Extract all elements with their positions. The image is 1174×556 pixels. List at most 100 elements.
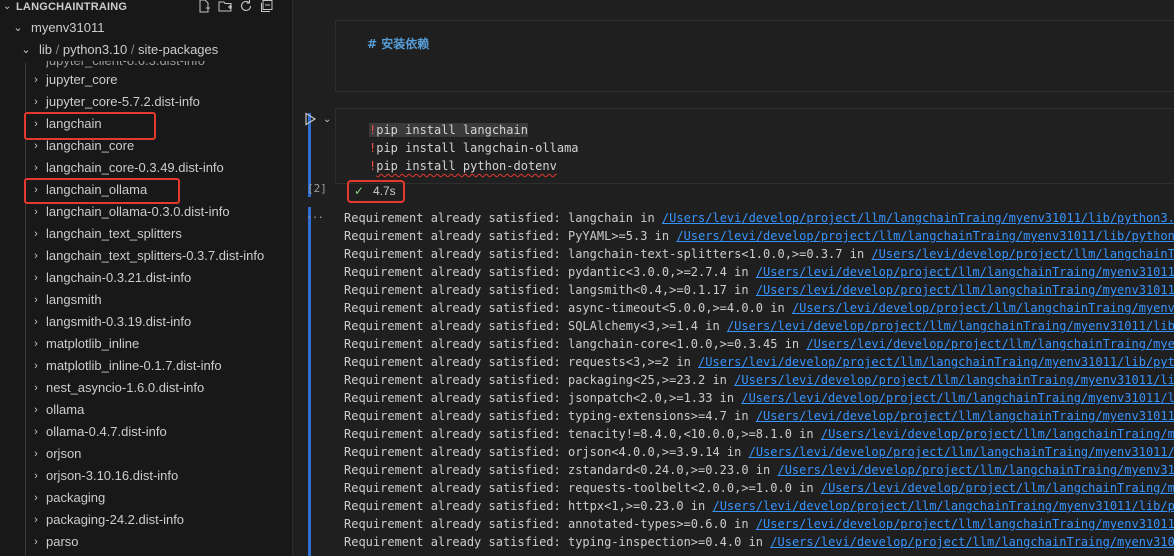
tree-item[interactable]: › langchain_core-0.3.49.dist-info	[0, 157, 292, 179]
path-link[interactable]: /Users/levi/develop/project/llm/langchai…	[821, 427, 1174, 441]
tree-item-label: ollama	[46, 402, 85, 417]
code-line-3: !pip install python-dotenv	[369, 157, 557, 175]
output-prefix: Requirement already satisfied:	[344, 301, 568, 315]
tree-item-label: langchain_ollama-0.3.0.dist-info	[46, 204, 230, 219]
output-line: Requirement already satisfied: async-tim…	[344, 299, 1174, 317]
collapse-all-icon[interactable]	[260, 0, 274, 13]
output-prefix: Requirement already satisfied:	[344, 427, 568, 441]
chevron-right-icon: ›	[34, 338, 38, 350]
output-line: Requirement already satisfied: SQLAlchem…	[344, 317, 1174, 335]
output-line: Requirement already satisfied: langchain…	[344, 245, 1174, 263]
tree-item-label: jupyter_core-5.7.2.dist-info	[46, 94, 200, 109]
markdown-heading: # 安装依赖	[367, 37, 430, 51]
tree-item-label: langchain-0.3.21.dist-info	[46, 270, 192, 285]
path-link[interactable]: /Users/levi/develop/project/llm/langchai…	[734, 373, 1174, 387]
tree-item[interactable]: › langchain_text_splitters	[0, 223, 292, 245]
output-prefix: Requirement already satisfied:	[344, 499, 568, 513]
tree-item[interactable]: › jupyter_core-5.7.2.dist-info	[0, 91, 292, 113]
output-prefix: Requirement already satisfied:	[344, 463, 568, 477]
chevron-down-icon[interactable]: ⌄	[3, 0, 11, 14]
chevron-right-icon: ›	[34, 206, 38, 218]
new-folder-icon[interactable]	[218, 0, 232, 13]
requirement-text: async-timeout<5.0.0,>=4.0.0 in	[567, 301, 792, 315]
chevron-right-icon: ›	[34, 426, 38, 438]
output-line: Requirement already satisfied: packaging…	[344, 371, 1174, 389]
path-link[interactable]: /Users/levi/develop/project/llm/langchai…	[756, 409, 1174, 423]
tree-item[interactable]: › langsmith-0.3.19.dist-info	[0, 311, 292, 333]
tree-item-label: langsmith	[46, 292, 102, 307]
code-cell[interactable]: !pip install langchain !pip install lang…	[335, 108, 1174, 184]
explorer-actions	[197, 0, 274, 13]
requirement-text: tenacity!=8.4.0,<10.0.0,>=8.1.0 in	[567, 427, 821, 441]
chevron-right-icon: ›	[34, 514, 38, 526]
tree-item-label: matplotlib_inline-0.1.7.dist-info	[46, 358, 222, 373]
path-link[interactable]: /Users/levi/develop/project/llm/langchai…	[756, 265, 1174, 279]
explorer-sidebar: ⌄ LANGCHAINTRAING ⌄ myenv31011 ⌄ lib / p…	[0, 0, 293, 556]
path-link[interactable]: /Users/levi/develop/project/llm/langchai…	[662, 211, 1174, 225]
refresh-icon[interactable]	[239, 0, 253, 13]
tree-item[interactable]: › langsmith	[0, 289, 292, 311]
tree-item[interactable]: › langchain_text_splitters-0.3.7.dist-inf…	[0, 245, 292, 267]
output-line: Requirement already satisfied: zstandard…	[344, 461, 1174, 479]
output-prefix: Requirement already satisfied:	[344, 355, 568, 369]
path-link[interactable]: /Users/levi/develop/project/llm/langchai…	[770, 535, 1174, 549]
path-link[interactable]: /Users/levi/develop/project/llm/langchai…	[821, 481, 1174, 495]
path-link[interactable]: /Users/levi/develop/project/llm/langchai…	[756, 517, 1174, 531]
requirement-text: annotated-types>=0.6.0 in	[567, 517, 756, 531]
run-cell-icon[interactable]	[302, 111, 318, 127]
tree-item[interactable]: › nest_asyncio-1.6.0.dist-info	[0, 377, 292, 399]
output-prefix: Requirement already satisfied:	[344, 373, 568, 387]
path-link[interactable]: /Users/levi/develop/project/llm/langchai…	[741, 391, 1174, 405]
chevron-down-icon[interactable]: ⌄	[323, 114, 331, 125]
requirement-text: langchain in	[567, 211, 662, 225]
path-link[interactable]: /Users/levi/develop/project/llm/langchai…	[777, 463, 1174, 477]
tree-item[interactable]: › parso	[0, 531, 292, 553]
tree-item[interactable]: › packaging	[0, 487, 292, 509]
path-link[interactable]: /Users/levi/develop/project/llm/langchai…	[749, 445, 1174, 459]
tree-item-label: langchain_text_splitters-0.3.7.dist-info	[46, 248, 265, 263]
code-text: pip install langchain	[376, 123, 528, 137]
chevron-down-icon: ⌄	[21, 44, 31, 56]
output-more-icon[interactable]: ···	[307, 208, 324, 224]
output-focus-bar	[308, 207, 311, 556]
requirement-text: typing-extensions>=4.7 in	[567, 409, 756, 423]
markdown-cell[interactable]: # 安装依赖	[335, 20, 1174, 92]
output-line: Requirement already satisfied: typing-in…	[344, 533, 1174, 551]
notebook-editor: # 安装依赖 ⌄ !pip install langchain !pip ins…	[293, 0, 1174, 556]
path-link[interactable]: /Users/levi/develop/project/llm/langchai…	[698, 355, 1174, 369]
chevron-right-icon: ›	[34, 228, 38, 240]
path-link[interactable]: /Users/levi/develop/project/llm/langchai…	[871, 247, 1174, 261]
output-prefix: Requirement already satisfied:	[344, 337, 568, 351]
tree-item[interactable]: › langchain-0.3.21.dist-info	[0, 267, 292, 289]
path-link[interactable]: /Users/levi/develop/project/llm/langchai…	[792, 301, 1174, 315]
tree-item[interactable]: › matplotlib_inline-0.1.7.dist-info	[0, 355, 292, 377]
path-link[interactable]: /Users/levi/develop/project/llm/langchai…	[806, 337, 1174, 351]
tree-item[interactable]: › packaging-24.2.dist-info	[0, 509, 292, 531]
highlight-box	[24, 178, 180, 204]
folder-site-packages[interactable]: ⌄ lib / python3.10 / site-packages	[0, 39, 292, 61]
requirement-text: requests-toolbelt<2.0.0,>=1.0.0 in	[567, 481, 821, 495]
tree-item[interactable]: › ollama	[0, 399, 292, 421]
path-link[interactable]: /Users/levi/develop/project/llm/langchai…	[712, 499, 1174, 513]
requirement-text: SQLAlchemy<3,>=1.4 in	[567, 319, 727, 333]
output-line: Requirement already satisfied: jsonpatch…	[344, 389, 1174, 407]
workspace-title[interactable]: LANGCHAINTRAING	[16, 0, 127, 14]
folder-path: lib / python3.10 / site-packages	[39, 42, 219, 57]
path-link[interactable]: /Users/levi/develop/project/llm/langchai…	[727, 319, 1174, 333]
folder-root[interactable]: ⌄ myenv31011	[0, 17, 292, 39]
tree-item[interactable]: › jupyter_core	[0, 69, 292, 91]
path-link[interactable]: /Users/levi/develop/project/llm/langchai…	[676, 229, 1174, 243]
tree-item[interactable]: › ollama-0.4.7.dist-info	[0, 421, 292, 443]
path-link[interactable]: /Users/levi/develop/project/llm/langchai…	[756, 283, 1174, 297]
tree-item-label: parso	[46, 534, 79, 549]
tree-item[interactable]: › orjson-3.10.16.dist-info	[0, 465, 292, 487]
new-file-icon[interactable]	[197, 0, 211, 13]
output-line: Requirement already satisfied: requests<…	[344, 353, 1174, 371]
chevron-right-icon: ›	[34, 360, 38, 372]
chevron-right-icon: ›	[34, 162, 38, 174]
execution-status: ✓ 4.7s	[347, 180, 405, 203]
tree-item[interactable]: › orjson	[0, 443, 292, 465]
tree-item[interactable]: › matplotlib_inline	[0, 333, 292, 355]
tree-item[interactable]: › langchain_ollama-0.3.0.dist-info	[0, 201, 292, 223]
requirement-text: langsmith<0.4,>=0.1.17 in	[567, 283, 756, 297]
